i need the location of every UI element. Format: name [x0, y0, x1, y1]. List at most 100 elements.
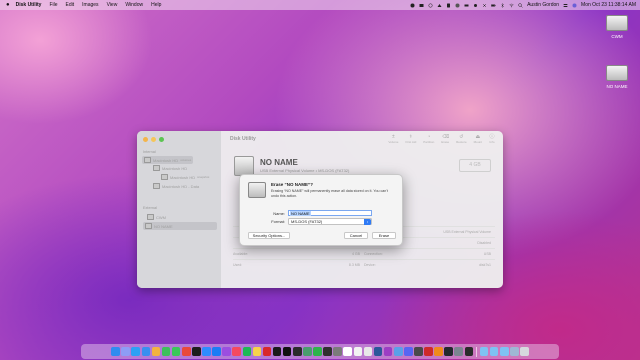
- dock-podcasts-icon[interactable]: [222, 347, 231, 356]
- dock-notes-icon[interactable]: [252, 347, 262, 356]
- dock-pixelmator-icon[interactable]: [303, 347, 312, 356]
- menubar-clock[interactable]: Mon Oct 23 11:38:14 AM: [581, 2, 636, 8]
- status-icon-8[interactable]: [473, 3, 478, 8]
- sidebar-item-cwm[interactable]: CWM: [147, 214, 166, 220]
- name-input[interactable]: NO NAME: [288, 210, 372, 216]
- dock-downloads-folder-icon[interactable]: [479, 347, 489, 356]
- sidebar-item-no-name[interactable]: NO NAME: [143, 222, 217, 230]
- sidebar-item-macintosh-hd-snapshot[interactable]: Macintosh HD snapshot: [161, 174, 209, 180]
- volume-name: NO NAME: [260, 158, 298, 167]
- menubar-username[interactable]: Austin Gordon: [527, 2, 559, 8]
- dock-files-stack-icon[interactable]: [510, 347, 519, 356]
- status-icon-3[interactable]: [428, 3, 433, 8]
- dock-safari-icon[interactable]: [131, 347, 141, 356]
- toolbar-erase-button[interactable]: ⌫ Erase: [441, 134, 449, 144]
- minimize-button[interactable]: [151, 137, 156, 142]
- dock-finder-icon[interactable]: [111, 347, 120, 356]
- siri-icon[interactable]: [572, 3, 577, 8]
- dock-affinity-icon[interactable]: [383, 347, 393, 356]
- dock-capcut-icon[interactable]: [282, 347, 292, 356]
- desktop-drive-no-name[interactable]: NO NAME: [597, 65, 637, 89]
- dock-calculator-icon[interactable]: [414, 347, 423, 356]
- dialog-title: Erase “NO NAME”?: [271, 182, 314, 187]
- name-input-value: NO NAME: [290, 210, 311, 216]
- dock-chrome-icon[interactable]: [181, 347, 191, 356]
- info-label: Available:: [233, 252, 249, 256]
- dock-acrobat-2-icon[interactable]: [424, 347, 433, 356]
- dock-preview-icon[interactable]: [393, 347, 403, 356]
- toolbar-partition-button[interactable]: ◔ Partition: [423, 134, 434, 144]
- dock-messages-icon[interactable]: [171, 347, 181, 356]
- dock-terminal-icon[interactable]: [292, 347, 302, 356]
- control-center-icon[interactable]: [563, 3, 568, 8]
- bluetooth-icon[interactable]: [500, 2, 505, 8]
- dock-trash-icon[interactable]: [520, 347, 529, 356]
- toolbar-restore-button[interactable]: ↺ Restore: [456, 134, 467, 144]
- dock-photos-icon[interactable]: [151, 347, 161, 356]
- status-icon-4[interactable]: [437, 3, 442, 8]
- cancel-button[interactable]: Cancel: [344, 232, 368, 239]
- dock-vlc-icon[interactable]: [434, 347, 443, 356]
- sidebar-item-label: Macintosh HD - Data: [162, 183, 200, 189]
- menu-edit[interactable]: Edit: [66, 2, 75, 8]
- dock-zoom-icon[interactable]: [202, 347, 211, 356]
- dock-numbers-icon[interactable]: [313, 347, 322, 356]
- status-icon-2[interactable]: [419, 3, 424, 8]
- spotlight-search-icon[interactable]: [518, 2, 523, 8]
- dock-applications-folder-icon[interactable]: [499, 347, 509, 356]
- dock-music-icon[interactable]: [232, 347, 241, 356]
- status-icon-6[interactable]: [455, 3, 460, 8]
- zoom-button[interactable]: [159, 137, 164, 142]
- info-value: Disabled: [477, 241, 491, 245]
- status-icon-5[interactable]: [446, 3, 451, 8]
- menu-view[interactable]: View: [107, 2, 118, 8]
- dock-tv-icon[interactable]: [272, 347, 282, 356]
- sidebar-item-label: CWM: [156, 214, 166, 220]
- menu-window[interactable]: Window: [125, 2, 143, 8]
- dock-quicktime-icon[interactable]: [192, 347, 201, 356]
- dock-word-icon[interactable]: [373, 347, 383, 356]
- toolbar-info-button[interactable]: ⓘ Info: [489, 134, 495, 144]
- dock-app-store-icon[interactable]: [212, 347, 221, 356]
- sidebar-section-external: External: [143, 206, 157, 210]
- status-icon-7[interactable]: [464, 3, 469, 8]
- dock-system-preferences-icon[interactable]: [333, 347, 342, 356]
- status-icon-1[interactable]: [410, 3, 415, 8]
- format-select[interactable]: MS-DOS (FAT32) ↕: [288, 218, 372, 225]
- toolbar-mount-button[interactable]: ⏏ Mount: [474, 134, 482, 144]
- dock-calendar-icon[interactable]: [343, 347, 353, 356]
- dock-discord-icon[interactable]: [404, 347, 413, 356]
- sidebar-item-macintosh-hd-data[interactable]: Macintosh HD - Data: [153, 183, 199, 189]
- toolbar-label: First Aid: [405, 140, 417, 144]
- wifi-icon[interactable]: [509, 3, 514, 8]
- dock-facetime-icon[interactable]: [161, 347, 171, 356]
- dock-acrobat-icon[interactable]: [262, 347, 272, 356]
- dock-spotify-icon[interactable]: [242, 347, 252, 356]
- dock-documents-folder-icon[interactable]: [489, 347, 499, 356]
- erase-button[interactable]: Erase: [372, 232, 396, 239]
- dock-mail-icon[interactable]: [141, 347, 151, 356]
- toolbar-first-aid-button[interactable]: ⚕ First Aid: [405, 134, 416, 144]
- security-options-button[interactable]: Security Options...: [248, 232, 290, 239]
- menu-images[interactable]: Images: [82, 2, 98, 8]
- menu-help[interactable]: Help: [151, 2, 161, 8]
- close-button[interactable]: [143, 137, 148, 142]
- status-icon-9[interactable]: [482, 3, 487, 8]
- sidebar-item-macintosh-hd[interactable]: Macintosh HD volumes: [142, 156, 194, 164]
- battery-icon[interactable]: [491, 3, 496, 8]
- apple-menu-icon[interactable]: ●: [6, 2, 10, 8]
- dock-textedit-icon[interactable]: [363, 347, 373, 356]
- sidebar-item-tag: snapshot: [197, 175, 210, 179]
- menu-file[interactable]: File: [49, 2, 57, 8]
- sidebar-item-macintosh-hd-volume[interactable]: Macintosh HD: [153, 165, 187, 171]
- desktop-drive-cwm[interactable]: CWM: [597, 15, 637, 39]
- dock-disk-utility-icon[interactable]: [454, 347, 464, 356]
- dock-launchpad-icon[interactable]: [121, 347, 130, 356]
- dock-obs-icon[interactable]: [464, 347, 474, 356]
- dock-reminders-icon[interactable]: [353, 347, 363, 356]
- menu-app-name[interactable]: Disk Utility: [16, 2, 42, 8]
- toolbar-volume-button[interactable]: ± Volume: [388, 134, 398, 144]
- dock-activity-monitor-icon[interactable]: [323, 347, 332, 356]
- dock-github-icon[interactable]: [444, 347, 453, 356]
- erase-dialog: Erase “NO NAME”? Erasing “NO NAME” will …: [239, 174, 403, 246]
